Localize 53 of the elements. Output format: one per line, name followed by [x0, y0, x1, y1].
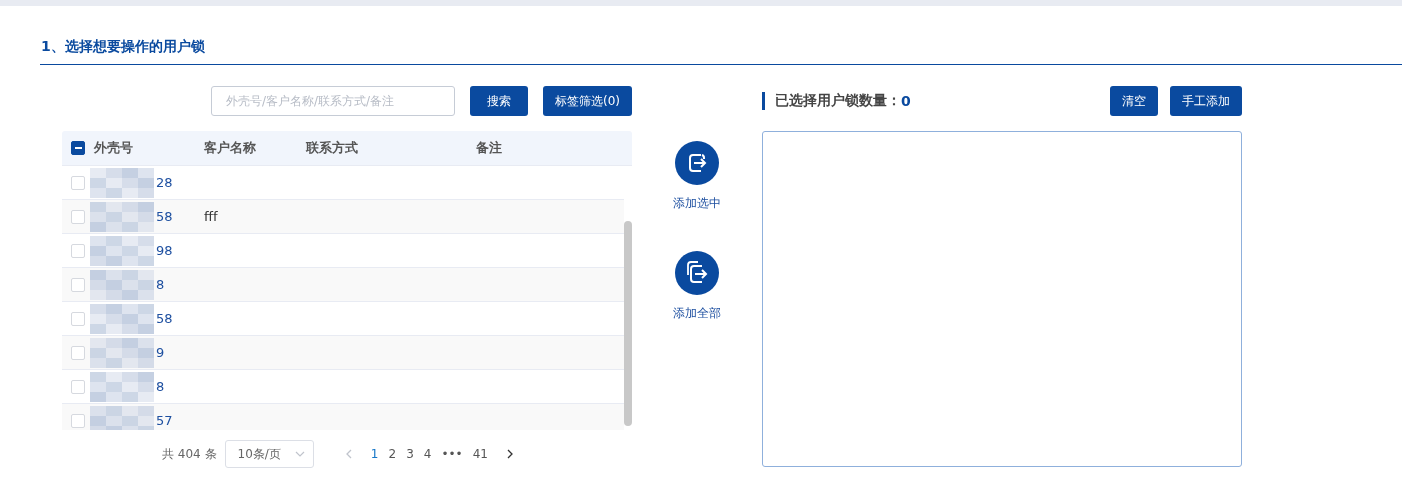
scrollbar-thumb[interactable]	[624, 221, 632, 426]
page-number[interactable]: 3	[401, 447, 419, 461]
row-checkbox[interactable]	[71, 311, 85, 326]
redaction-mosaic	[90, 405, 154, 430]
shell-number[interactable]: 58	[156, 311, 173, 326]
shell-number[interactable]: 58	[156, 209, 173, 224]
shell-number[interactable]: 8	[156, 277, 165, 292]
previous-page-icon[interactable]	[345, 449, 352, 459]
column-header: 外壳号	[94, 139, 133, 157]
toolbar-button[interactable]: 标签筛选(0)	[543, 86, 632, 116]
shell-number[interactable]: 98	[156, 243, 173, 258]
header-checkbox[interactable]	[71, 141, 85, 155]
search-field[interactable]: 外壳号/客户名称/联系方式/备注	[211, 86, 455, 116]
shell-number[interactable]: 9	[156, 345, 165, 360]
page-number[interactable]: 4	[418, 447, 437, 461]
action-link[interactable]: 添加选中	[673, 195, 721, 212]
selected-count-label: 已选择用户锁数量：	[775, 92, 901, 110]
redaction-mosaic	[90, 269, 154, 300]
redaction-mosaic	[90, 235, 154, 266]
row-checkbox[interactable]	[71, 243, 85, 258]
redaction-mosaic	[90, 337, 154, 368]
panel-button[interactable]: 清空	[1110, 86, 1158, 116]
redaction-mosaic	[90, 167, 154, 198]
redaction-mosaic	[90, 201, 154, 232]
page-number[interactable]: 1	[365, 447, 384, 461]
column-header: 备注	[476, 140, 502, 155]
total-count: 共 404 条	[162, 445, 217, 463]
customer-name: fff	[204, 209, 218, 224]
column-header: 联系方式	[306, 140, 358, 155]
action-link[interactable]: 添加全部	[673, 305, 721, 322]
selected-count: 0	[901, 93, 911, 109]
row-checkbox[interactable]	[71, 277, 85, 292]
row-checkbox[interactable]	[71, 345, 85, 360]
section-title: 1、选择想要操作的用户锁	[41, 38, 205, 54]
row-checkbox[interactable]	[71, 379, 85, 394]
page-number[interactable]: 41	[467, 447, 493, 461]
row-checkbox[interactable]	[71, 175, 85, 190]
shell-number[interactable]: 8	[156, 379, 165, 394]
redaction-mosaic	[90, 303, 154, 334]
panel-button[interactable]: 手工添加	[1170, 86, 1242, 116]
row-checkbox[interactable]	[71, 413, 85, 428]
page-number[interactable]: 2	[383, 447, 402, 461]
chevron-down-icon	[294, 451, 305, 457]
page-number[interactable]: •••	[436, 447, 468, 461]
row-checkbox[interactable]	[71, 209, 85, 224]
shell-number[interactable]: 57	[156, 413, 173, 428]
accent-bar	[762, 92, 765, 110]
page-size-select[interactable]: 10条/页	[224, 440, 314, 468]
column-header: 客户名称	[204, 140, 256, 155]
next-page-icon[interactable]	[506, 449, 513, 459]
shell-number[interactable]: 28	[156, 175, 173, 190]
redaction-mosaic	[90, 371, 154, 402]
toolbar-button[interactable]: 搜索	[470, 86, 528, 116]
